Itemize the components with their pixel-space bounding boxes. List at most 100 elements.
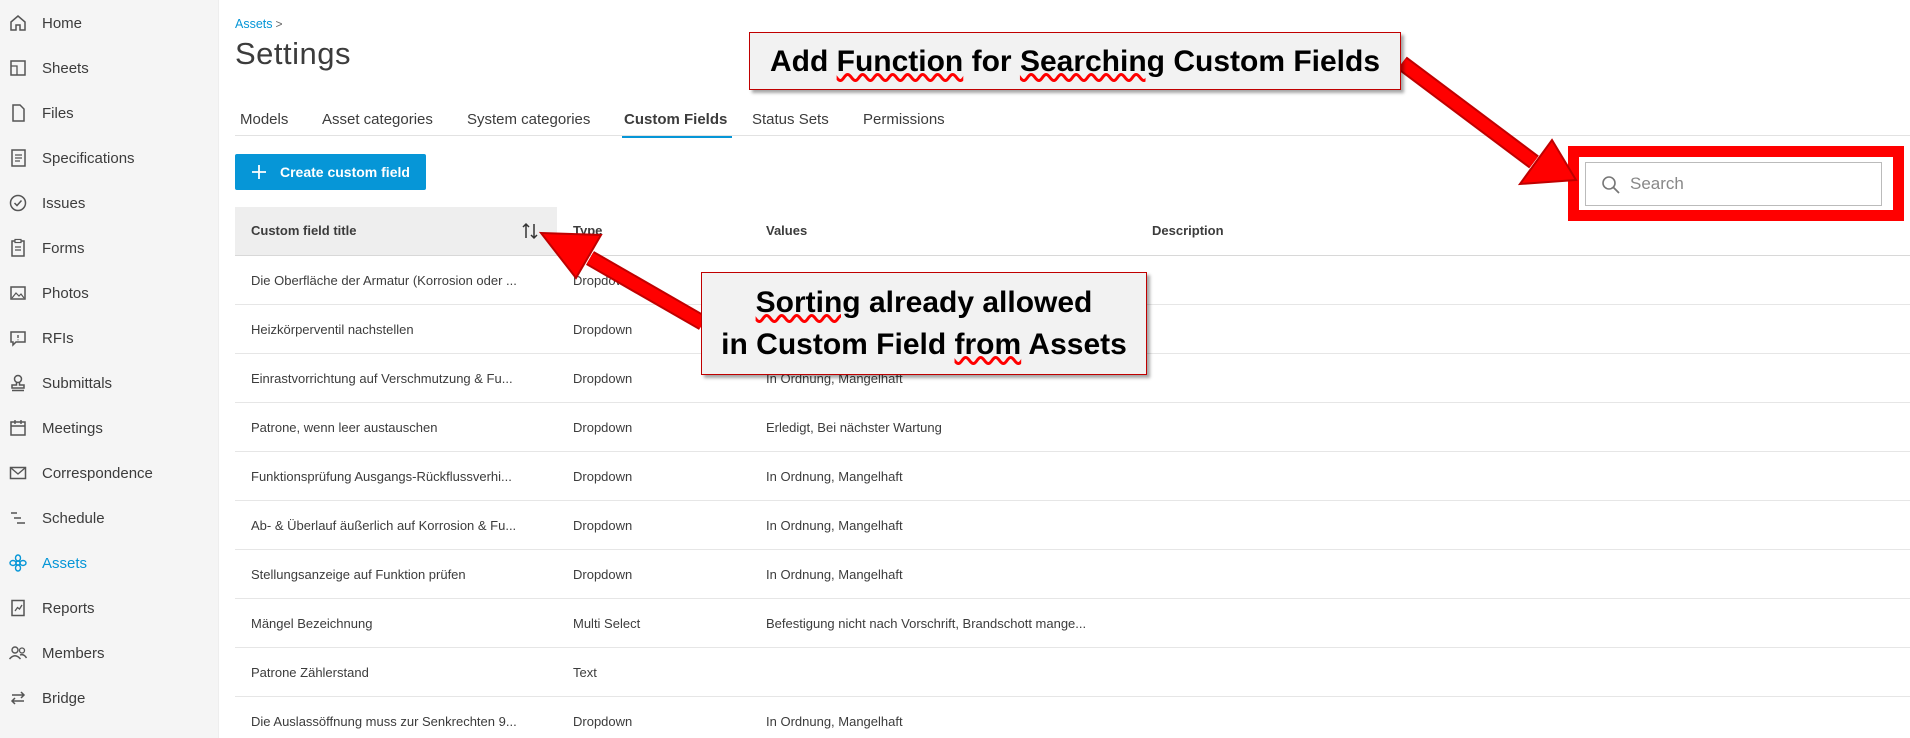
cell-values: In Ordnung, Mangelhaft bbox=[766, 714, 903, 729]
bridge-icon bbox=[10, 691, 26, 705]
annotation-text: Searching bbox=[1019, 45, 1165, 78]
tab-asset-categories[interactable]: Asset categories bbox=[322, 111, 433, 128]
annotation-text: in Custom Field bbox=[721, 328, 955, 361]
search-input[interactable] bbox=[1630, 171, 1870, 197]
annotation-text: from bbox=[954, 328, 1022, 361]
cell-type: Dropdown bbox=[573, 420, 633, 435]
sidebar-item-label: Issues bbox=[42, 195, 86, 212]
sidebar-item-label: Meetings bbox=[42, 420, 103, 437]
stamp-icon bbox=[11, 374, 25, 392]
sidebar-item-label: Bridge bbox=[42, 690, 86, 707]
photo-icon bbox=[10, 286, 26, 300]
cell-type: Multi Select bbox=[573, 616, 641, 631]
header-cell-title[interactable]: Custom field title bbox=[235, 207, 557, 255]
sidebar-item-label: Photos bbox=[42, 285, 89, 302]
tab-status-sets[interactable]: Status Sets bbox=[752, 111, 829, 128]
sidebar-item-specifications[interactable]: Specifications bbox=[0, 136, 219, 181]
sidebar-item-label: Home bbox=[42, 15, 83, 32]
sidebar-item-label: Reports bbox=[42, 600, 95, 617]
cell-title: Ab- & Überlauf äußerlich auf Korrosion &… bbox=[251, 518, 517, 533]
cell-title: Stellungsanzeige auf Funktion prüfen bbox=[251, 567, 466, 582]
sidebar-item-schedule[interactable]: Schedule bbox=[0, 496, 219, 541]
sidebar-item-rfis[interactable]: RFIs bbox=[0, 316, 219, 361]
file-icon bbox=[12, 104, 25, 122]
sidebar-item-meetings[interactable]: Meetings bbox=[0, 406, 219, 451]
table-row[interactable]: Ab- & Überlauf äußerlich auf Korrosion &… bbox=[235, 501, 1910, 550]
sidebar-item-forms[interactable]: Forms bbox=[0, 226, 219, 271]
sidebar-item-reports[interactable]: Reports bbox=[0, 586, 219, 631]
breadcrumb-separator: > bbox=[275, 17, 283, 31]
cell-title: Die Oberfläche der Armatur (Korrosion od… bbox=[251, 273, 517, 288]
column-header-type: Type bbox=[573, 223, 603, 238]
sidebar-item-label: Specifications bbox=[42, 150, 135, 167]
create-custom-field-button[interactable]: Create custom field bbox=[235, 154, 426, 190]
cell-values: In Ordnung, Mangelhaft bbox=[766, 518, 903, 533]
sidebar-item-label: Submittals bbox=[42, 375, 113, 392]
sheets-icon bbox=[10, 60, 26, 76]
sidebar-item-label: Schedule bbox=[42, 510, 105, 527]
sidebar-item-bridge[interactable]: Bridge bbox=[0, 676, 219, 721]
cell-values: Erledigt, Bei nächster Wartung bbox=[766, 420, 942, 435]
tab-permissions[interactable]: Permissions bbox=[863, 111, 945, 128]
column-header-title: Custom field title bbox=[251, 223, 357, 238]
calendar-icon bbox=[10, 420, 26, 436]
table-row[interactable]: Funktionsprüfung Ausgangs-Rückflussverhi… bbox=[235, 452, 1910, 501]
sidebar-item-home[interactable]: Home bbox=[0, 1, 219, 46]
cell-title: Mängel Bezeichnung bbox=[251, 616, 373, 631]
table-row[interactable]: Mängel Bezeichnung Multi Select Befestig… bbox=[235, 599, 1910, 648]
tab-bar: Models Asset categories System categorie… bbox=[235, 108, 1910, 138]
mail-icon bbox=[9, 466, 27, 480]
annotation-search-request: Add Function for Searching Custom Fields bbox=[749, 32, 1401, 90]
column-header-values: Values bbox=[766, 223, 808, 238]
page-title: Settings bbox=[235, 36, 352, 71]
sidebar-item-submittals[interactable]: Submittals bbox=[0, 361, 219, 406]
annotation-text: Custom Fields bbox=[1165, 45, 1381, 78]
breadcrumb: Assets > bbox=[235, 17, 283, 31]
cell-type: Dropdown bbox=[573, 567, 633, 582]
schedule-icon bbox=[11, 512, 25, 524]
assets-icon bbox=[9, 554, 27, 572]
column-header-description: Description bbox=[1152, 223, 1224, 238]
sidebar-item-label: RFIs bbox=[42, 330, 74, 347]
search-icon bbox=[1602, 176, 1620, 194]
table-row[interactable]: Stellungsanzeige auf Funktion prüfen Dro… bbox=[235, 550, 1910, 599]
plus-icon bbox=[252, 165, 266, 179]
sidebar-item-label: Members bbox=[42, 645, 105, 662]
sidebar-item-label: Assets bbox=[42, 555, 88, 572]
cell-values: In Ordnung, Mangelhaft bbox=[766, 469, 903, 484]
annotation-sorting-note: Sorting already allowed in Custom Field … bbox=[701, 272, 1147, 375]
breadcrumb-link-assets[interactable]: Assets bbox=[235, 17, 273, 31]
cell-type: Text bbox=[573, 665, 597, 680]
sidebar-item-issues[interactable]: Issues bbox=[0, 181, 219, 226]
sort-icon[interactable] bbox=[521, 221, 539, 241]
chat-icon bbox=[10, 331, 26, 347]
sidebar-item-members[interactable]: Members bbox=[0, 631, 219, 676]
search-box bbox=[1585, 162, 1882, 206]
sidebar-item-correspondence[interactable]: Correspondence bbox=[0, 451, 219, 496]
cell-title: Patrone, wenn leer austauschen bbox=[251, 420, 438, 435]
tab-system-categories[interactable]: System categories bbox=[467, 111, 590, 128]
table-row[interactable]: Die Auslassöffnung muss zur Senkrechten … bbox=[235, 697, 1910, 738]
sidebar-item-photos[interactable]: Photos bbox=[0, 271, 219, 316]
annotation-text: Add bbox=[769, 45, 837, 78]
specifications-icon bbox=[11, 149, 26, 167]
annotation-text: Sorting bbox=[755, 286, 861, 319]
cell-title: Heizkörperventil nachstellen bbox=[251, 322, 414, 337]
cell-values: Befestigung nicht nach Vorschrift, Brand… bbox=[766, 616, 1087, 631]
cell-type: Dropdown bbox=[573, 518, 633, 533]
cell-type: Dropdown bbox=[573, 714, 633, 729]
sidebar-item-label: Correspondence bbox=[42, 465, 153, 482]
sidebar-item-files[interactable]: Files bbox=[0, 91, 219, 136]
sidebar-item-label: Sheets bbox=[42, 60, 89, 77]
cell-type: Dropdown bbox=[573, 469, 633, 484]
sidebar-item-sheets[interactable]: Sheets bbox=[0, 46, 219, 91]
cell-title: Die Auslassöffnung muss zur Senkrechten … bbox=[251, 714, 517, 729]
tab-custom-fields[interactable]: Custom Fields bbox=[621, 111, 733, 138]
cell-title: Einrastvorrichtung auf Verschmutzung & F… bbox=[251, 371, 513, 386]
sidebar-item-assets[interactable]: Assets bbox=[0, 541, 219, 586]
table-row[interactable]: Patrone, wenn leer austauschen Dropdown … bbox=[235, 403, 1910, 452]
annotation-text: Assets bbox=[1021, 328, 1127, 361]
create-custom-field-label: Create custom field bbox=[280, 164, 410, 180]
tab-models[interactable]: Models bbox=[240, 111, 288, 128]
table-row[interactable]: Patrone Zählerstand Text bbox=[235, 648, 1910, 697]
